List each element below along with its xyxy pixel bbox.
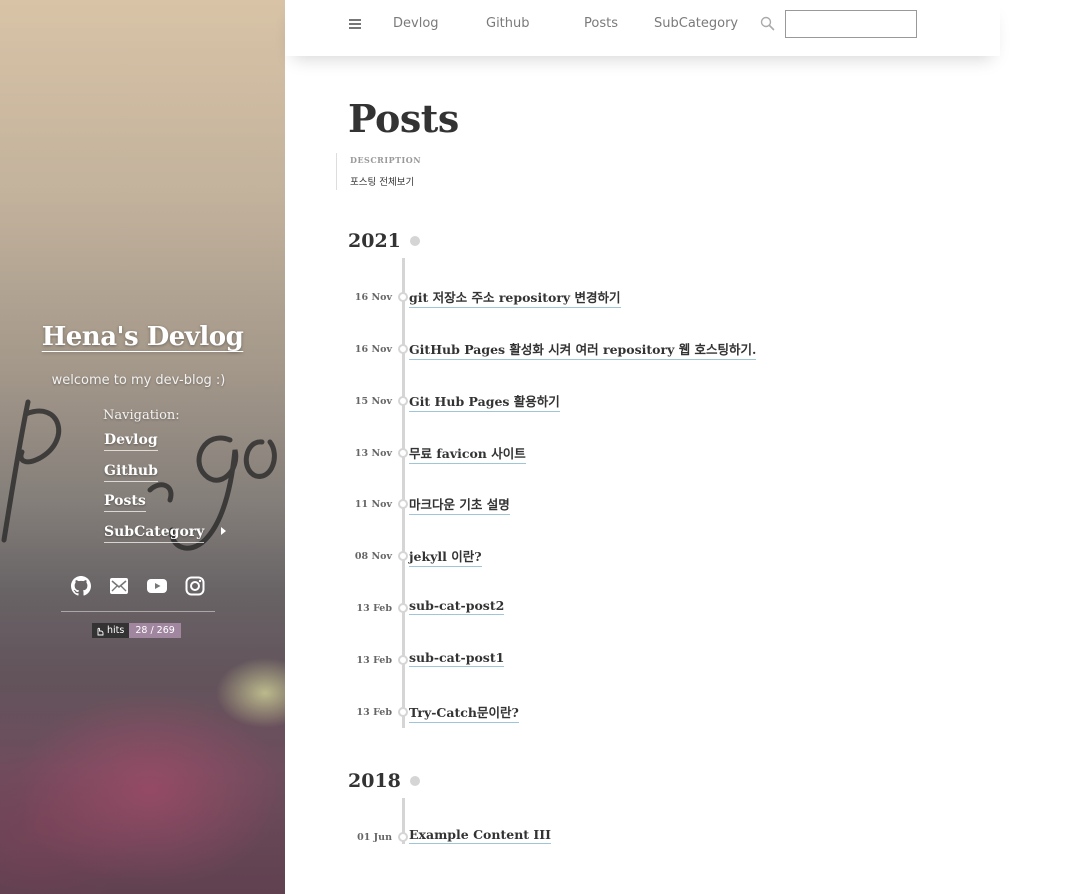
sidebar-item-devlog[interactable]: Devlog	[104, 432, 158, 451]
hamburger-menu-icon[interactable]	[349, 18, 362, 30]
hits-badge: hits 28 / 269	[92, 623, 181, 638]
post-date: 16 Nov	[354, 343, 392, 355]
year-heading: 2018	[348, 770, 401, 792]
year-dot	[409, 776, 420, 786]
year-dot	[409, 236, 420, 246]
site-title[interactable]: Hena's Devlog	[0, 322, 285, 352]
description-text: 포스팅 전체보기	[350, 177, 415, 188]
topnav-item-github[interactable]: Github	[486, 16, 530, 31]
post-date: 13 Feb	[356, 654, 392, 666]
sidebar: Hena's Devlog welcome to my dev-blog :) …	[0, 0, 285, 894]
post-link[interactable]: 무료 favicon 사이트	[409, 443, 526, 464]
timeline-node	[398, 655, 408, 665]
topnav-item-subcategory[interactable]: SubCategory	[654, 16, 738, 31]
post-row: 13 Feb sub-cat-post1	[348, 650, 505, 670]
post-date: 15 Nov	[354, 395, 392, 407]
youtube-icon[interactable]	[147, 576, 167, 596]
timeline-node	[398, 832, 408, 842]
post-row: 13 Nov 무료 favicon 사이트	[348, 443, 526, 464]
post-link[interactable]: Git Hub Pages 활용하기	[409, 391, 560, 412]
post-row: 15 Nov Git Hub Pages 활용하기	[348, 391, 560, 412]
timeline-node	[398, 499, 408, 509]
hits-count: 28 / 269	[129, 623, 181, 638]
top-navigation: Devlog Github Posts SubCategory	[285, 0, 1000, 56]
timeline-node	[398, 707, 408, 717]
mail-icon[interactable]	[109, 576, 129, 596]
year-section-2021: 2021 16 Nov git 저장소 주소 repository 변경하기 1…	[348, 230, 757, 728]
description-label: DESCRIPTION	[350, 155, 422, 165]
page-description: DESCRIPTION 포스팅 전체보기	[336, 153, 421, 190]
post-row: 16 Nov git 저장소 주소 repository 변경하기	[348, 287, 621, 308]
post-date: 08 Nov	[354, 550, 392, 562]
timeline-node	[398, 292, 408, 302]
hand-click-icon	[97, 627, 104, 635]
github-icon[interactable]	[71, 576, 91, 596]
post-date: 13 Feb	[356, 602, 392, 614]
search-input[interactable]	[785, 10, 917, 38]
sidebar-item-subcategory[interactable]: SubCategory	[104, 523, 205, 543]
year-heading: 2021	[348, 230, 401, 252]
timeline-node	[398, 551, 408, 561]
topnav-item-posts[interactable]: Posts	[584, 16, 618, 31]
post-link[interactable]: GitHub Pages 활성화 시켜 여러 repository 웹 호스팅하…	[409, 339, 757, 360]
post-date: 11 Nov	[354, 498, 392, 510]
timeline-node	[398, 396, 408, 406]
post-link[interactable]: sub-cat-post2	[409, 598, 505, 615]
nav-heading: Navigation:	[103, 408, 180, 423]
search-icon[interactable]	[760, 16, 775, 31]
post-row: 16 Nov GitHub Pages 활성화 시켜 여러 repository…	[348, 339, 757, 360]
caret-right-icon[interactable]	[221, 527, 227, 535]
post-row: 11 Nov 마크다운 기초 설명	[348, 494, 510, 515]
timeline-node	[398, 344, 408, 354]
post-row: 01 Jun Example Content III	[348, 827, 551, 847]
sidebar-nav: Devlog Github Posts SubCategory	[104, 429, 227, 551]
site-tagline: welcome to my dev-blog :)	[51, 373, 226, 388]
sidebar-divider	[61, 611, 215, 612]
post-link[interactable]: git 저장소 주소 repository 변경하기	[409, 287, 621, 308]
post-date: 16 Nov	[354, 291, 392, 303]
topnav-item-devlog[interactable]: Devlog	[393, 16, 439, 31]
post-link[interactable]: Example Content III	[409, 827, 551, 844]
post-date: 13 Nov	[354, 447, 392, 459]
page-title: Posts	[348, 96, 459, 141]
year-section-2018: 2018 01 Jun Example Content III	[348, 770, 551, 844]
sidebar-item-posts[interactable]: Posts	[104, 493, 146, 512]
post-link[interactable]: 마크다운 기초 설명	[409, 494, 510, 515]
post-link[interactable]: Try-Catch문이란?	[409, 702, 519, 723]
post-row: 08 Nov jekyll 이란?	[348, 546, 482, 567]
social-links	[71, 576, 205, 596]
post-date: 01 Jun	[357, 831, 392, 843]
post-date: 13 Feb	[356, 706, 392, 718]
post-row: 13 Feb Try-Catch문이란?	[348, 702, 519, 723]
timeline-node	[398, 603, 408, 613]
hits-label: hits	[107, 625, 125, 636]
post-row: 13 Feb sub-cat-post2	[348, 598, 505, 618]
post-link[interactable]: jekyll 이란?	[409, 546, 482, 567]
post-link[interactable]: sub-cat-post1	[409, 650, 505, 667]
timeline-node	[398, 448, 408, 458]
instagram-icon[interactable]	[185, 576, 205, 596]
sidebar-item-github[interactable]: Github	[104, 462, 158, 482]
